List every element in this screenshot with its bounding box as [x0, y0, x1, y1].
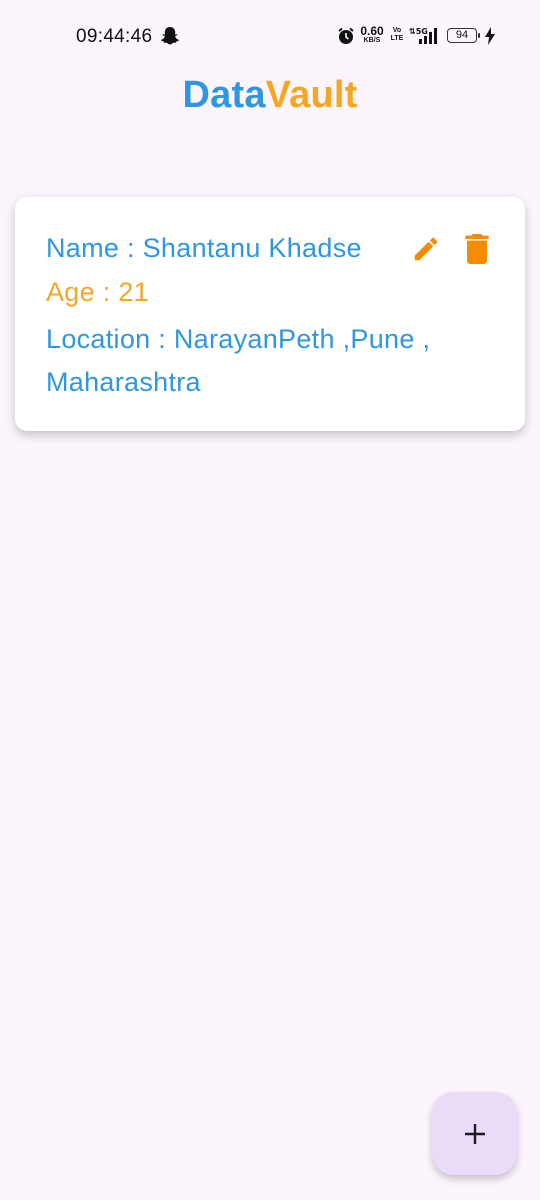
svg-text:⇅5G: ⇅5G — [409, 27, 428, 36]
record-location: Location : NarayanPeth ,Pune , Maharasht… — [46, 324, 431, 397]
alarm-icon — [338, 27, 354, 44]
battery-icon: 94 — [447, 28, 480, 43]
record-card: Name : Shantanu Khadse Age : 21 Location… — [15, 197, 525, 431]
network-speed: 0.60 KB/S — [360, 24, 384, 44]
app-title-part1: Data — [182, 74, 266, 116]
charging-bolt-icon — [485, 27, 495, 45]
add-record-button[interactable] — [432, 1092, 517, 1175]
record-name: Name : Shantanu Khadse — [46, 233, 362, 263]
signal-5g-icon: ⇅5G — [409, 27, 437, 44]
status-time: 09:44:46 — [76, 26, 153, 47]
edit-icon[interactable] — [411, 234, 441, 264]
app-title-part2: Vault — [265, 74, 358, 116]
plus-icon — [464, 1123, 485, 1144]
snapchat-ghost-icon — [161, 27, 179, 45]
app-title: DataVault — [0, 74, 540, 117]
record-age: Age : 21 — [46, 277, 149, 307]
status-bar: 09:44:46 0.60 KB/S Vo LTE ⇅5G 94 — [0, 0, 540, 72]
delete-icon[interactable] — [464, 234, 490, 264]
volte-indicator: Vo LTE — [390, 27, 404, 42]
